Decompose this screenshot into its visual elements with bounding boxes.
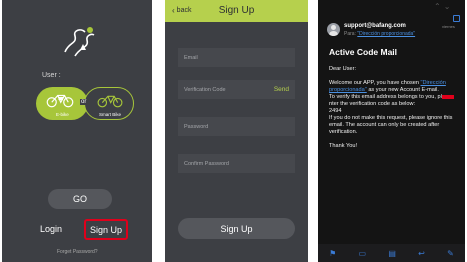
user-label: User : [42, 72, 61, 79]
email-toolbar: ⚑ ▭ ▤ ↩ ✎ [318, 244, 465, 262]
smart-bike-icon [97, 95, 123, 108]
signup-submit-button[interactable]: Sign Up [178, 218, 295, 239]
bike-logo-icon [64, 27, 95, 57]
archive-icon[interactable]: ▤ [388, 249, 396, 258]
email-line-1: Welcome our APP, you have chosen "Direcc… [329, 80, 446, 93]
flag-icon[interactable]: ⚑ [329, 249, 336, 258]
message-nav-arrows[interactable]: ⌃⌄ [434, 2, 453, 11]
send-code-button[interactable]: Send [274, 86, 295, 93]
trash-icon[interactable] [453, 15, 460, 22]
confirm-password-placeholder: Confirm Password [184, 160, 229, 167]
ebike-caption: E-bike [56, 112, 69, 117]
landing-screen: User : E-bike Smart Bike or GO Login Sig… [2, 0, 152, 262]
avatar [327, 23, 340, 36]
email-line-3: If you do not make this request, please … [329, 115, 453, 135]
confirm-password-field[interactable]: Confirm Password [178, 154, 295, 173]
back-button[interactable]: ‹ back [172, 6, 191, 15]
email-line-2: To verify this email address belongs to … [329, 94, 461, 108]
verification-code: 2494 [329, 108, 342, 114]
email-thanks: Thank You! [329, 143, 357, 149]
email-greeting: Dear User: [329, 66, 357, 72]
to-recipient[interactable]: "Dirección proporcionada" [357, 31, 415, 37]
compose-icon[interactable]: ✎ [447, 249, 454, 258]
signup-link[interactable]: Sign Up [84, 219, 128, 240]
reply-icon[interactable]: ↩ [418, 249, 425, 258]
email-screen: ⌃⌄ support@bafang.com viernes Para: "Dir… [318, 0, 465, 262]
smart-bike-option[interactable]: Smart Bike [84, 87, 134, 120]
signup-screen: Sign Up ‹ back Email Verification Code S… [165, 0, 308, 262]
login-link[interactable]: Login [40, 224, 62, 234]
signup-header: Sign Up ‹ back [165, 0, 308, 22]
verification-placeholder: Verification Code [184, 86, 226, 93]
redaction-mark [441, 94, 454, 99]
email-body: Dear User: Welcome our APP, you have cho… [329, 66, 461, 150]
back-label: back [176, 7, 192, 14]
back-chevron-icon: ‹ [172, 6, 175, 15]
to-prefix: Para: [344, 31, 356, 37]
go-button[interactable]: GO [48, 189, 112, 209]
email-placeholder: Email [184, 54, 198, 61]
email-subject: Active Code Mail [329, 47, 398, 57]
email-field[interactable]: Email [178, 48, 295, 67]
email-recipient: Para: "Dirección proporcionada" [344, 31, 415, 37]
or-label: or [80, 99, 88, 105]
password-placeholder: Password [184, 123, 209, 130]
folder-icon[interactable]: ▭ [359, 249, 367, 258]
forgot-password-link[interactable]: Forget Password? [57, 249, 98, 255]
ebike-icon [46, 94, 74, 108]
smart-bike-caption: Smart Bike [99, 112, 122, 117]
password-field[interactable]: Password [178, 117, 295, 136]
email-sender: support@bafang.com [344, 23, 406, 29]
email-date: viernes [442, 24, 455, 29]
verification-code-field[interactable]: Verification Code Send [178, 80, 295, 99]
